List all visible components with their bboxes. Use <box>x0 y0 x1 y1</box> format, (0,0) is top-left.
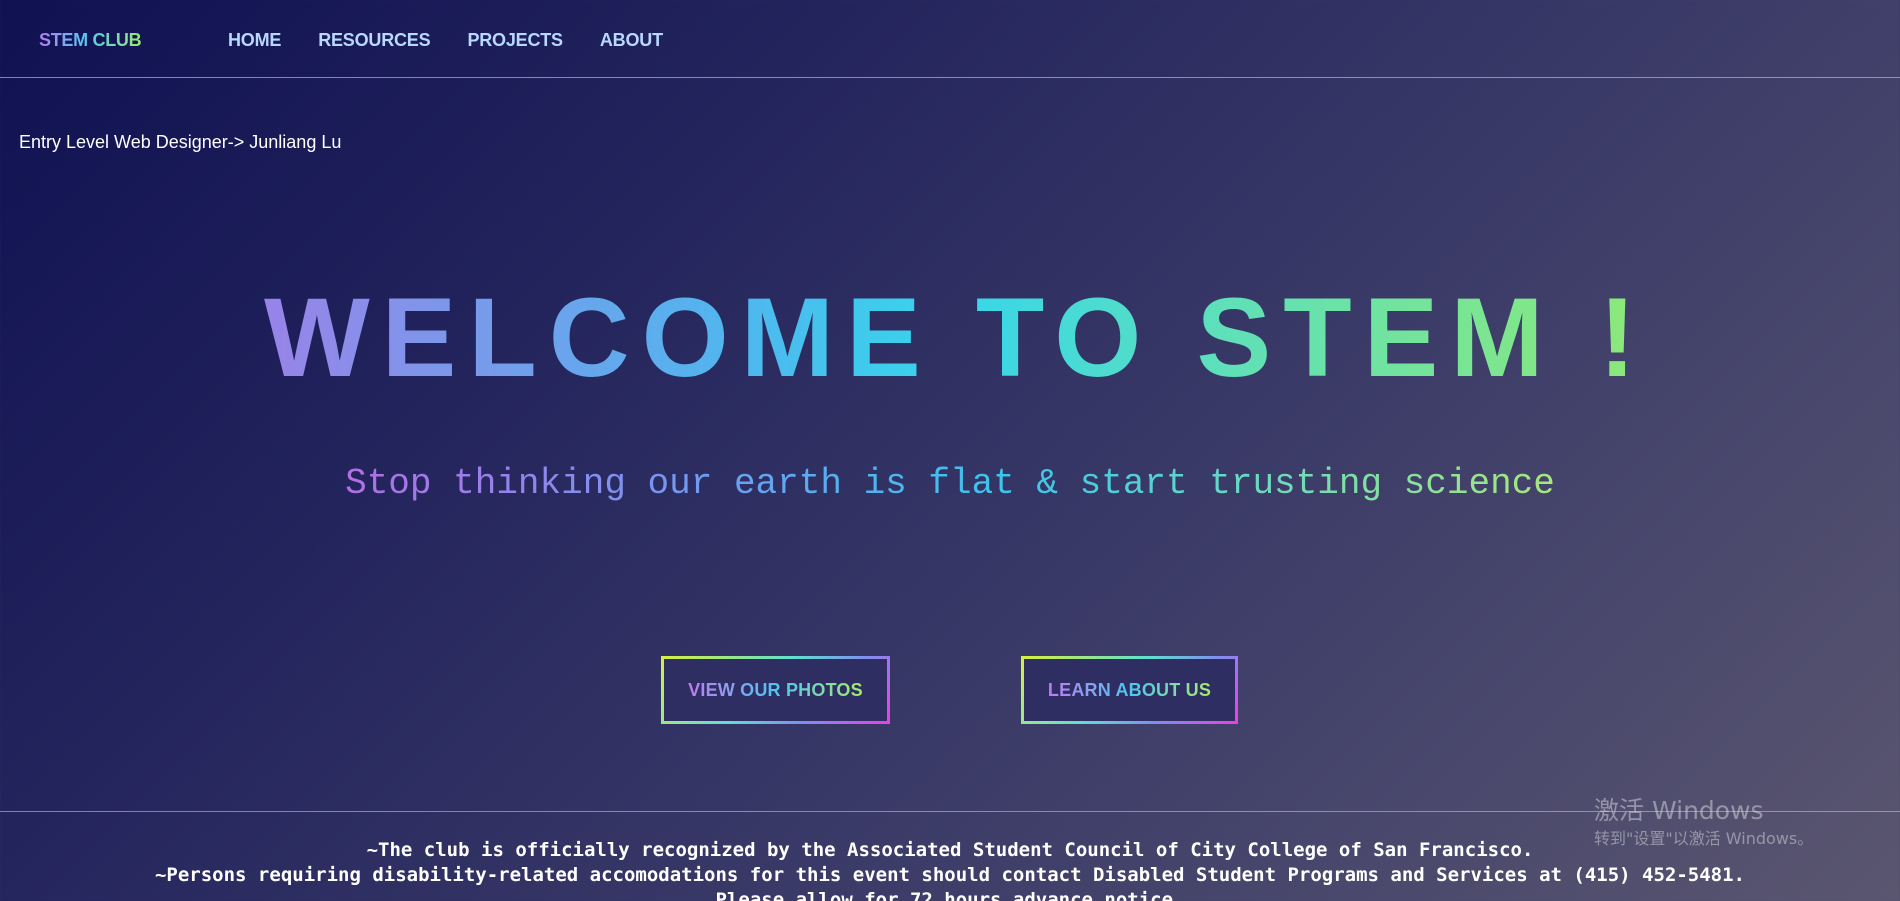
footer-line-notice: Please allow for 72 hours advance notice… <box>715 889 1185 901</box>
learn-about-button-label: LEARN ABOUT US <box>1047 679 1212 700</box>
footer-line-accommodations: ~Persons requiring disability-related ac… <box>154 864 1746 886</box>
designer-credit: Entry Level Web Designer-> Junliang Lu <box>19 132 342 152</box>
nav-links: HOME RESOURCES PROJECTS ABOUT <box>228 30 700 51</box>
view-photos-button-label: VIEW OUR PHOTOS <box>688 679 863 700</box>
learn-about-button[interactable]: LEARN ABOUT US <box>1021 656 1238 724</box>
hero-title-text: WELCOME TO STEM ! <box>252 275 1648 400</box>
top-navbar: STEM CLUB HOME RESOURCES PROJECTS ABOUT <box>0 0 1900 78</box>
nav-link-home[interactable]: HOME <box>228 30 281 51</box>
hero-tagline: Stop thinking our earth is flat & start … <box>0 462 1900 506</box>
nav-link-about[interactable]: ABOUT <box>600 30 663 51</box>
site-logo[interactable]: STEM CLUB <box>39 30 142 51</box>
watermark-subtitle: 转到"设置"以激活 Windows。 <box>1594 829 1814 848</box>
view-photos-button[interactable]: VIEW OUR PHOTOS <box>661 656 890 724</box>
nav-link-resources[interactable]: RESOURCES <box>318 30 430 51</box>
watermark-title: 激活 Windows <box>1594 796 1764 825</box>
nav-link-projects[interactable]: PROJECTS <box>467 30 563 51</box>
hero-title: WELCOME TO STEM ! <box>0 278 1900 398</box>
hero-tagline-text: Stop thinking our earth is flat & start … <box>345 463 1555 504</box>
windows-activation-watermark: 激活 Windows 转到"设置"以激活 Windows。 <box>1594 796 1813 850</box>
